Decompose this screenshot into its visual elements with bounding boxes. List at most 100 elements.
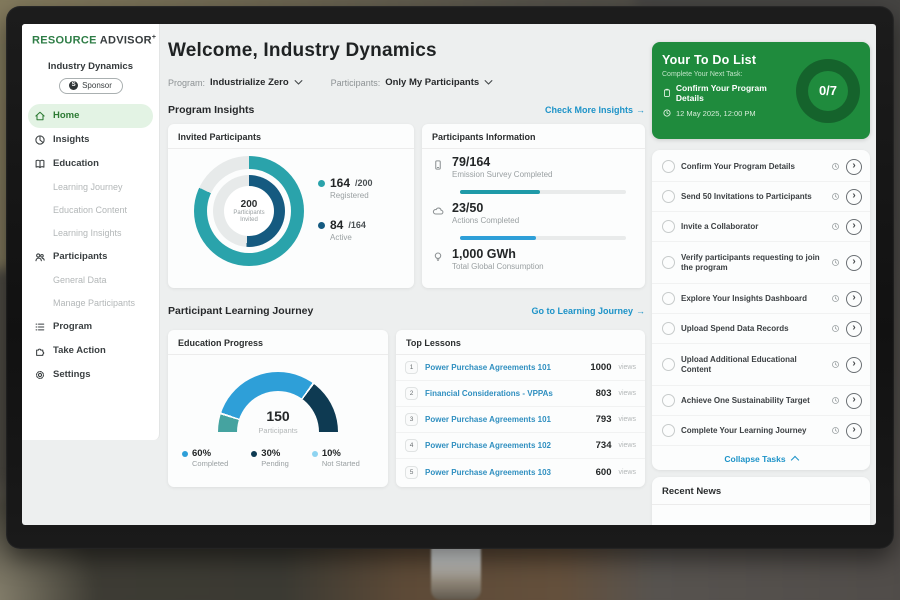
sidebar-item-label: Settings <box>53 369 90 380</box>
sidebar-item-label: Insights <box>53 134 89 145</box>
light-blue-dot-icon <box>312 451 318 457</box>
gauge-center-value: 150 <box>168 408 388 424</box>
sidebar-item-manage-participants[interactable]: Manage Participants <box>22 292 159 315</box>
navy-dot-icon <box>318 222 325 229</box>
lesson-link[interactable]: Financial Considerations - VPPAs <box>425 389 589 398</box>
clock-icon <box>831 294 840 303</box>
org-name: Industry Dynamics <box>22 61 159 72</box>
sidebar-item-home[interactable]: Home <box>28 104 153 128</box>
task-checkbox[interactable] <box>662 292 675 305</box>
clock-icon <box>831 396 840 405</box>
lesson-link[interactable]: Power Purchase Agreements 101 <box>425 363 583 372</box>
task-go-button[interactable]: › <box>846 219 862 235</box>
task-checkbox[interactable] <box>662 358 675 371</box>
todo-task-list: Confirm Your Program Details › Send 50 I… <box>652 150 870 470</box>
app-logo: RESOURCE ADVISOR+ <box>22 34 159 47</box>
logo-advisor: ADVISOR <box>100 35 152 47</box>
task-row-send-invitations[interactable]: Send 50 Invitations to Participants › <box>652 182 870 212</box>
task-row-verify-participants[interactable]: Verify participants requesting to join t… <box>652 242 870 284</box>
task-checkbox[interactable] <box>662 394 675 407</box>
due-date: 12 May 2025, 12:00 PM <box>676 109 756 118</box>
todo-subtitle: Complete Your Next Task: <box>662 71 796 78</box>
teal-dot-icon <box>318 180 325 187</box>
task-go-button[interactable]: › <box>846 357 862 373</box>
arrow-right-icon: → <box>636 306 645 316</box>
sidebar-item-general-data[interactable]: General Data <box>22 269 159 292</box>
donut-center-label: Invited <box>240 217 258 224</box>
legend-registered: 164/200 Registered <box>318 176 373 200</box>
stat-actions-completed: 23/50 Actions Completed <box>432 202 519 225</box>
task-checkbox[interactable] <box>662 160 675 173</box>
lesson-link[interactable]: Power Purchase Agreements 101 <box>425 415 589 424</box>
sidebar-item-learning-insights[interactable]: Learning Insights <box>22 222 159 245</box>
recent-news-title: Recent News <box>652 477 870 505</box>
collapse-tasks-link[interactable]: Collapse Tasks <box>652 446 870 471</box>
page-title: Welcome, Industry Dynamics <box>168 40 437 62</box>
task-row-upload-educational-content[interactable]: Upload Additional Educational Content › <box>652 344 870 386</box>
sponsor-label: Sponsor <box>82 81 112 90</box>
program-insights-header: Program Insights Check More Insights→ <box>168 104 645 116</box>
task-checkbox[interactable] <box>662 220 675 233</box>
lesson-row: 1 Power Purchase Agreements 101 1000 vie… <box>396 355 645 381</box>
task-row-confirm-program[interactable]: Confirm Your Program Details › <box>652 152 870 182</box>
monitor-bezel: RESOURCE ADVISOR+ Industry Dynamics S Sp… <box>6 6 894 549</box>
stat-global-consumption: 1,000 GWh Total Global Consumption <box>432 248 544 271</box>
sidebar-item-education[interactable]: Education <box>22 152 159 176</box>
check-more-insights-link[interactable]: Check More Insights→ <box>545 105 645 115</box>
task-go-button[interactable]: › <box>846 159 862 175</box>
sidebar-item-learning-journey[interactable]: Learning Journey <box>22 176 159 199</box>
sidebar-item-take-action[interactable]: Take Action <box>22 339 159 363</box>
list-icon <box>34 321 46 333</box>
sidebar-item-settings[interactable]: Settings <box>22 363 159 387</box>
invited-participants-donut-chart: 200 Participants Invited <box>194 156 304 266</box>
gear-icon <box>34 369 46 381</box>
insights-icon <box>34 134 46 146</box>
task-checkbox[interactable] <box>662 424 675 437</box>
task-checkbox[interactable] <box>662 256 675 269</box>
clock-icon <box>831 360 840 369</box>
sidebar-item-label: Participants <box>53 251 107 262</box>
sidebar-item-participants[interactable]: Participants <box>22 245 159 269</box>
task-checkbox[interactable] <box>662 190 675 203</box>
clock-icon <box>831 222 840 231</box>
lesson-link[interactable]: Power Purchase Agreements 103 <box>425 468 589 477</box>
blue-dot-icon <box>182 451 188 457</box>
task-go-button[interactable]: › <box>846 321 862 337</box>
task-row-upload-spend-data[interactable]: Upload Spend Data Records › <box>652 314 870 344</box>
task-row-invite-collaborator[interactable]: Invite a Collaborator › <box>652 212 870 242</box>
puzzle-icon <box>34 345 46 357</box>
chevron-down-icon <box>484 79 493 86</box>
sidebar-item-label: Education <box>53 158 99 169</box>
sidebar-item-education-content[interactable]: Education Content <box>22 199 159 222</box>
chevron-up-icon <box>790 456 798 464</box>
todo-progress-ring: 0/7 <box>796 59 860 123</box>
clock-icon <box>831 258 840 267</box>
lesson-link[interactable]: Power Purchase Agreements 102 <box>425 441 589 450</box>
sponsor-icon: S <box>69 81 78 90</box>
task-row-achieve-target[interactable]: Achieve One Sustainability Target › <box>652 386 870 416</box>
task-row-explore-insights[interactable]: Explore Your Insights Dashboard › <box>652 284 870 314</box>
clipboard-icon <box>662 88 672 98</box>
rank-badge: 4 <box>405 439 418 452</box>
filter-bar: Program: Industrialize Zero Participants… <box>168 77 493 88</box>
gauge-legend: 60% Completed 30% Pending 10% Not Starte… <box>182 448 360 468</box>
task-go-button[interactable]: › <box>846 255 862 271</box>
task-go-button[interactable]: › <box>846 423 862 439</box>
go-to-learning-journey-link[interactable]: Go to Learning Journey→ <box>531 306 645 316</box>
program-select[interactable]: Program: Industrialize Zero <box>168 77 303 88</box>
education-progress-card: Education Progress 150 Participants 60% … <box>168 330 388 487</box>
clock-icon <box>831 192 840 201</box>
cloud-icon <box>432 205 444 217</box>
task-checkbox[interactable] <box>662 322 675 335</box>
card-title: Top Lessons <box>396 330 645 355</box>
legend-pending: 30% Pending <box>251 448 289 468</box>
task-go-button[interactable]: › <box>846 291 862 307</box>
participants-select[interactable]: Participants: Only My Participants <box>331 77 494 88</box>
task-row-complete-learning-journey[interactable]: Complete Your Learning Journey › <box>652 416 870 446</box>
task-go-button[interactable]: › <box>846 393 862 409</box>
task-go-button[interactable]: › <box>846 189 862 205</box>
sidebar-item-program[interactable]: Program <box>22 315 159 339</box>
todo-summary-card: Your To Do List Complete Your Next Task:… <box>652 42 870 139</box>
todo-panel: Your To Do List Complete Your Next Task:… <box>652 24 870 525</box>
sidebar-item-insights[interactable]: Insights <box>22 128 159 152</box>
